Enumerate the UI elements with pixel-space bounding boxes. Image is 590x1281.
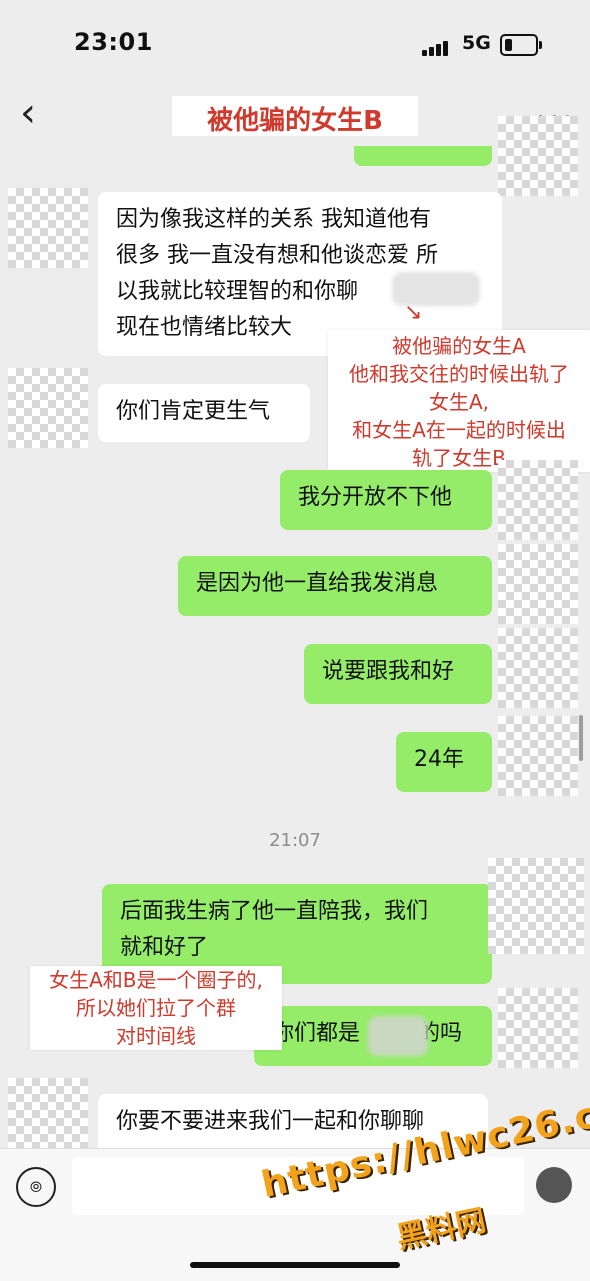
home-indicator [190, 1262, 400, 1268]
avatar-self[interactable] [498, 544, 578, 624]
message-bubble-outgoing[interactable]: 说要跟我和好 [304, 644, 492, 704]
message-text: 你们都是 [272, 1021, 361, 1046]
avatar-self[interactable] [498, 988, 578, 1068]
avatar-self[interactable] [498, 628, 578, 708]
avatar-self[interactable] [498, 460, 578, 540]
timestamp: 21:07 [269, 830, 321, 851]
message-line: 我分开放不下他 [298, 485, 453, 510]
scrollbar[interactable] [579, 715, 583, 761]
avatar-self[interactable] [498, 116, 578, 196]
message-line: 因为像我这样的关系 我知道他有 [116, 207, 431, 232]
annotation-line: 女生A, [428, 390, 490, 414]
avatar-self[interactable] [488, 858, 584, 954]
annotation-line: 对时间线 [116, 1024, 196, 1048]
annotation-line: 女生A和B是一个圈子的, [49, 968, 263, 992]
annotation-line: 他和我交往的时候出轨了 [349, 362, 569, 386]
censor-blur [368, 1016, 428, 1056]
emoji-icon[interactable] [536, 1167, 572, 1203]
message-bubble-outgoing[interactable]: 24年 [396, 732, 492, 792]
annotation-note: 女生A和B是一个圈子的, 所以她们拉了个群 对时间线 [30, 966, 282, 1050]
message-bubble-incoming[interactable]: 你们肯定更生气 [98, 384, 310, 442]
message-line: 很多 我一直没有想和他谈恋爱 所 [116, 243, 438, 268]
annotation-line: 被他骗的女生A [392, 334, 526, 358]
message-line: 就和好了 [120, 935, 209, 960]
message-line: 后面我生病了他一直陪我，我们 [120, 899, 429, 924]
message-bubble-outgoing[interactable]: 是因为他一直给我发消息 [178, 556, 492, 616]
message-bubble-partial[interactable] [354, 146, 492, 166]
message-bubble-outgoing[interactable]: 我分开放不下他 [280, 470, 492, 530]
avatar-other[interactable] [8, 1078, 88, 1158]
page-title: 被他骗的女生B [207, 106, 383, 136]
message-line: 说要跟我和好 [322, 659, 455, 684]
network-type: 5G [462, 32, 491, 54]
signal-icon [422, 37, 450, 56]
status-bar: 23:01 5G [0, 0, 590, 86]
message-line: 是因为他一直给我发消息 [196, 571, 439, 596]
battery-icon [500, 34, 542, 56]
title-annotation: 被他骗的女生B [172, 96, 418, 136]
avatar-other[interactable] [8, 368, 88, 448]
voice-icon[interactable]: ⦾ [16, 1167, 56, 1207]
message-line: 24年 [414, 747, 464, 772]
back-chevron-icon[interactable]: ‹ [20, 88, 36, 138]
message-line: 你们肯定更生气 [116, 399, 271, 424]
annotation-note: 被他骗的女生A 他和我交往的时候出轨了 女生A, 和女生A在一起的时候出 轨了女… [328, 330, 590, 472]
avatar-other[interactable] [8, 188, 88, 268]
avatar-self[interactable] [498, 716, 578, 796]
arrow-icon: ↘ [404, 300, 423, 325]
annotation-line: 所以她们拉了个群 [76, 996, 236, 1020]
annotation-line: 和女生A在一起的时候出 [352, 418, 566, 442]
status-time: 23:01 [74, 28, 153, 56]
